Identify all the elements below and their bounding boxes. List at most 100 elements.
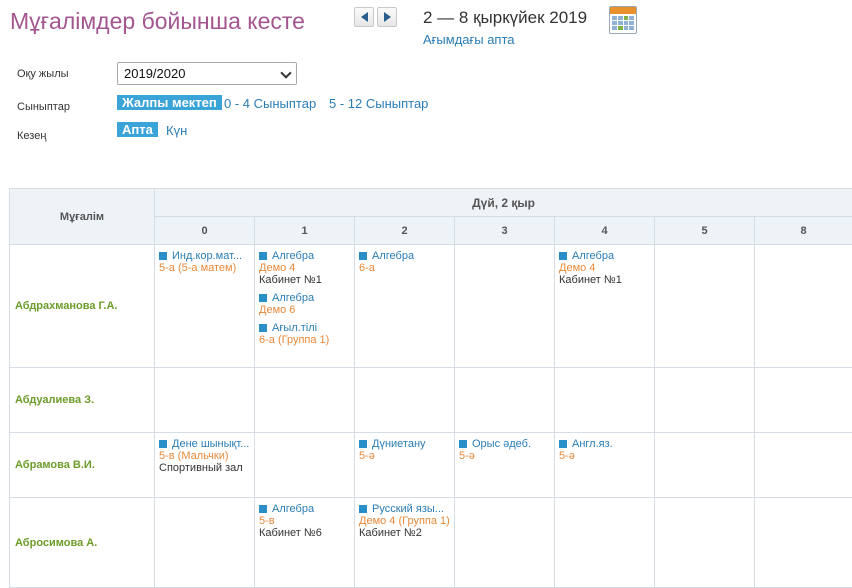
lesson-marker-icon <box>259 324 267 332</box>
lesson-room: Спортивный зал <box>159 462 243 474</box>
schedule-cell <box>454 244 555 368</box>
lesson-marker-icon <box>259 294 267 302</box>
schedule-cell <box>354 367 455 433</box>
lesson-subject[interactable]: Англ.яз. <box>559 438 650 450</box>
schedule-cell: Англ.яз. 5-ә <box>554 432 655 498</box>
arrow-left-icon <box>360 12 368 22</box>
lesson-subject[interactable]: Алгебра <box>259 503 350 515</box>
lesson-subject[interactable]: Инд.кор.мат... <box>159 250 250 262</box>
teacher-name[interactable]: Абдрахманова Г.А. <box>9 244 155 368</box>
lesson-class: 5-а (5-а матем) <box>159 262 237 274</box>
lesson-marker-icon <box>359 252 367 260</box>
lesson-entry: Орыс әдеб. 5-ә <box>459 438 550 462</box>
teacher-name[interactable]: Абрамова В.И. <box>9 432 155 498</box>
lesson-class: Демо 4 <box>259 262 296 274</box>
lesson-marker-icon <box>459 440 467 448</box>
lesson-class: 5-в <box>259 515 275 527</box>
teacher-name[interactable]: Абросимова А. <box>9 497 155 588</box>
current-week-link[interactable]: Ағымдағы апта <box>423 32 515 47</box>
schedule-cell <box>454 497 555 588</box>
lesson-marker-icon <box>559 440 567 448</box>
page-title: Мұғалімдер бойынша кесте <box>10 8 305 34</box>
lesson-subject[interactable]: Русский язы... <box>359 503 450 515</box>
schedule-cell <box>254 432 355 498</box>
lesson-class: 5-в (Мальчки) <box>159 450 229 462</box>
lesson-class: 6-а <box>359 262 375 274</box>
lesson-subject[interactable]: Орыс әдеб. <box>459 438 550 450</box>
period-option-week[interactable]: Апта <box>117 122 158 137</box>
table-row: Абдуалиева З. <box>9 367 852 433</box>
lesson-subject-text: Алгебра <box>272 503 315 515</box>
period-header: 1 <box>254 216 355 245</box>
lesson-subject-text: Инд.кор.мат... <box>172 250 243 262</box>
lesson-subject-text: Ағыл.тілі <box>272 322 318 334</box>
lesson-entry: Англ.яз. 5-ә <box>559 438 650 462</box>
schedule-cell: Русский язы... Демо 4 (Группа 1) Кабинет №… <box>354 497 455 588</box>
day-header: Дүй, 2 қыр <box>153 188 852 217</box>
lesson-subject[interactable]: Дене шынықт... <box>159 438 250 450</box>
lesson-marker-icon <box>159 252 167 260</box>
table-row: Абрамова В.И. Дене шынықт... 5-в (Мальчки)… <box>9 432 852 498</box>
lesson-entry: Дүниетану 5-ә <box>359 438 450 462</box>
schedule-cell <box>753 432 852 498</box>
schedule-cell: Дүниетану 5-ә <box>354 432 455 498</box>
period-header: 2 <box>354 216 455 245</box>
lesson-marker-icon <box>359 505 367 513</box>
lesson-room: Кабинет №1 <box>259 274 322 286</box>
lesson-entry: Алгебра Демо 4 Кабинет №1 <box>559 250 650 286</box>
schedule-cell <box>654 244 755 368</box>
lesson-subject[interactable]: Дүниетану <box>359 438 450 450</box>
period-header: 4 <box>554 216 655 245</box>
classes-option-5-12[interactable]: 5 - 12 Сыныптар <box>329 96 428 111</box>
schedule-cell <box>654 367 755 433</box>
chevron-down-icon <box>280 67 292 79</box>
schedule-cell <box>254 367 355 433</box>
schedule-cell <box>154 497 255 588</box>
week-navigation <box>354 7 397 27</box>
lesson-marker-icon <box>359 440 367 448</box>
lesson-subject[interactable]: Алгебра <box>559 250 650 262</box>
table-row: Абросимова А. Алгебра 5-в Кабинет №6 Русский… <box>9 497 852 588</box>
lesson-subject-text: Алгебра <box>572 250 615 262</box>
teacher-column-header: Мұғалім <box>9 188 155 245</box>
schedule-cell <box>753 244 852 368</box>
lesson-entry: Алгебра Демо 4 Кабинет №1 <box>259 250 350 286</box>
lesson-subject-text: Орыс әдеб. <box>472 438 532 450</box>
lesson-entry: Алгебра Демо 6 <box>259 292 350 316</box>
lesson-subject-text: Англ.яз. <box>572 438 613 450</box>
lesson-entry: Ағыл.тілі 6-а (Группа 1) <box>259 322 350 346</box>
period-header: 3 <box>454 216 555 245</box>
period-option-day[interactable]: Күн <box>166 123 187 138</box>
lesson-room: Кабинет №6 <box>259 527 322 539</box>
calendar-icon[interactable] <box>609 6 637 34</box>
schedule-cell: Орыс әдеб. 5-ә <box>454 432 555 498</box>
period-header: 8 <box>753 216 852 245</box>
lesson-subject[interactable]: Алгебра <box>359 250 450 262</box>
lesson-entry: Русский язы... Демо 4 (Группа 1) Кабинет №… <box>359 503 450 539</box>
lesson-class: 5-ә <box>459 450 475 462</box>
next-week-button[interactable] <box>377 7 397 27</box>
lesson-room: Кабинет №2 <box>359 527 422 539</box>
arrow-right-icon <box>383 12 391 22</box>
lesson-marker-icon <box>259 505 267 513</box>
year-label: Оқу жылы <box>17 68 69 80</box>
schedule-cell: Алгебра Демо 4 Кабинет №1 Алгебра Демо 6 Ағыл… <box>254 244 355 368</box>
schedule-cell: Дене шынықт... 5-в (Мальчки) Спортивный за… <box>154 432 255 498</box>
lesson-marker-icon <box>159 440 167 448</box>
schedule-cell <box>554 497 655 588</box>
lesson-subject-text: Дене шынықт... <box>172 438 250 450</box>
period-header: 0 <box>154 216 255 245</box>
year-select[interactable]: 2019/2020 <box>117 62 297 85</box>
lesson-subject-text: Русский язы... <box>372 503 444 515</box>
classes-option-all-school[interactable]: Жалпы мектеп <box>117 95 222 110</box>
prev-week-button[interactable] <box>354 7 374 27</box>
lesson-subject[interactable]: Алгебра <box>259 292 350 304</box>
lesson-subject[interactable]: Алгебра <box>259 250 350 262</box>
lesson-class: Демо 4 (Группа 1) <box>359 515 450 527</box>
lesson-entry: Инд.кор.мат... 5-а (5-а матем) <box>159 250 250 274</box>
schedule-cell <box>554 367 655 433</box>
lesson-subject[interactable]: Ағыл.тілі <box>259 322 350 334</box>
teacher-name[interactable]: Абдуалиева З. <box>9 367 155 433</box>
schedule-cell <box>753 367 852 433</box>
classes-option-0-4[interactable]: 0 - 4 Сыныптар <box>224 96 316 111</box>
